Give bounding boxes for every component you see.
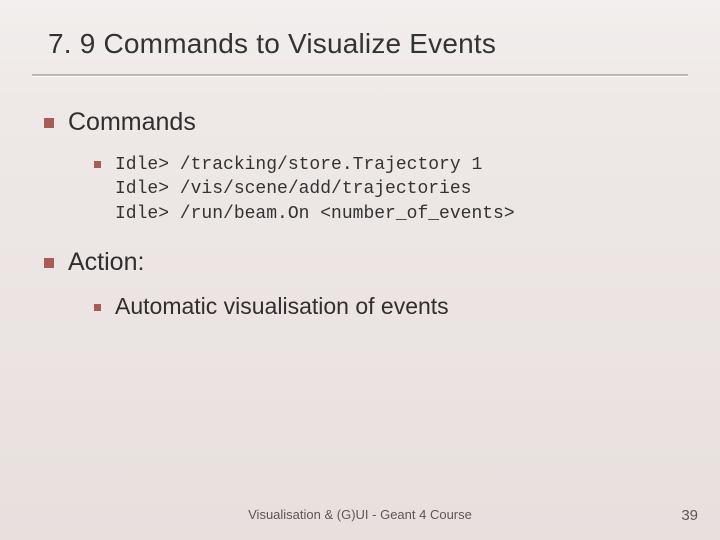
code-block: Idle> /tracking/store.Trajectory 1 Idle>… (115, 153, 515, 226)
square-bullet-icon (44, 258, 54, 268)
section-heading: Commands (68, 108, 196, 137)
commands-code: Idle> /tracking/store.Trajectory 1 Idle>… (94, 153, 680, 226)
square-bullet-icon (44, 118, 54, 128)
page-number: 39 (681, 507, 698, 524)
slide-body: Commands Idle> /tracking/store.Trajector… (44, 108, 680, 320)
action-text: Automatic visualisation of events (115, 293, 449, 320)
footer-text: Visualisation & (G)UI - Geant 4 Course (0, 507, 720, 522)
section-action: Action: (44, 248, 680, 277)
slide-title: 7. 9 Commands to Visualize Events (48, 28, 680, 60)
title-underline (32, 74, 688, 76)
action-sub: Automatic visualisation of events (94, 293, 680, 320)
section-heading: Action: (68, 248, 144, 277)
square-bullet-icon (94, 304, 101, 311)
slide: 7. 9 Commands to Visualize Events Comman… (0, 0, 720, 540)
section-commands: Commands (44, 108, 680, 137)
square-bullet-icon (94, 161, 101, 168)
